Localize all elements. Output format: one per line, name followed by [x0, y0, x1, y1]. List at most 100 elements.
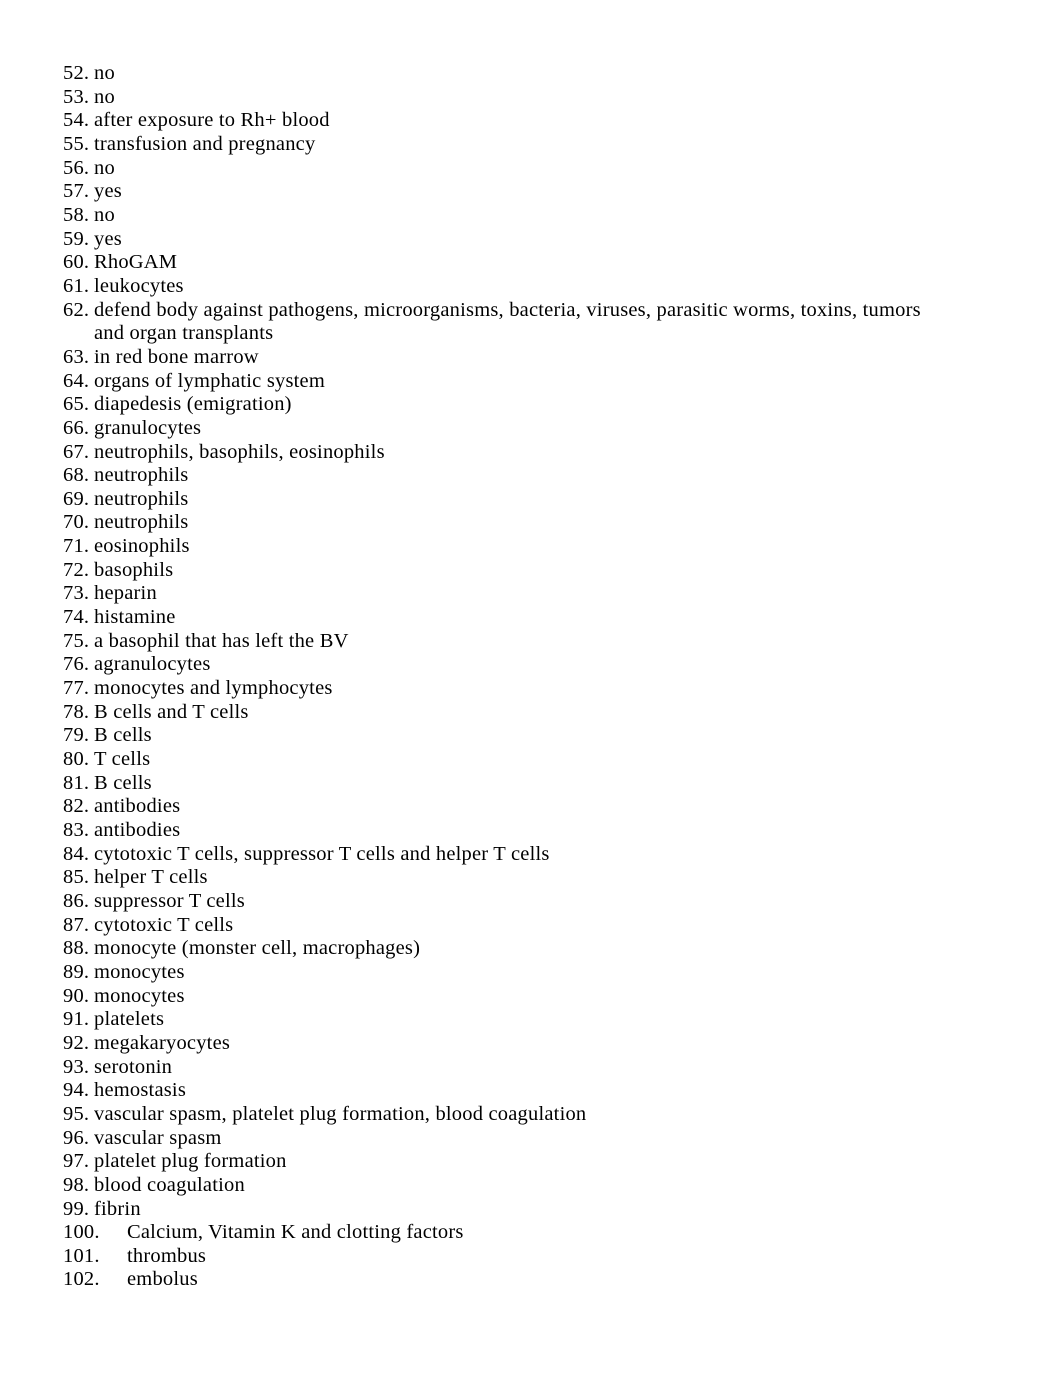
list-item-number: 77. — [63, 677, 90, 700]
list-item: 81. B cells — [63, 772, 1002, 796]
answer-list: 52. no 53. no 54. after exposure to Rh+ blood… — [63, 62, 1002, 1292]
list-item-text: transfusion and pregnancy — [94, 132, 316, 155]
list-item: 57. yes — [63, 180, 1002, 204]
list-item-text: vascular spasm — [94, 1126, 222, 1149]
list-item: 61. leukocytes — [63, 275, 1002, 299]
list-item-number: 62. — [63, 298, 90, 321]
list-item-text: a basophil that has left the BV — [94, 629, 349, 652]
list-item: 101. thrombus — [63, 1245, 1002, 1269]
list-item-text: neutrophils — [94, 487, 189, 510]
list-item-number: 57. — [63, 180, 90, 203]
list-item: 69. neutrophils — [63, 488, 1002, 512]
list-item-number: 61. — [63, 274, 90, 297]
list-item: 98. blood coagulation — [63, 1174, 1002, 1198]
list-item-text: blood coagulation — [94, 1173, 245, 1196]
list-item-number: 71. — [63, 535, 90, 558]
list-item: 64. organs of lymphatic system — [63, 370, 1002, 394]
list-item: 62. defend body against pathogens, microo… — [63, 299, 1002, 346]
list-item-text: T cells — [94, 748, 151, 771]
list-item-number: 65. — [63, 393, 90, 416]
list-item-text: B cells — [94, 724, 152, 747]
list-item-number: 72. — [63, 558, 90, 581]
list-item: 63. in red bone marrow — [63, 346, 1002, 370]
list-item-text: B cells and T cells — [94, 700, 249, 723]
list-item: 102. embolus — [63, 1268, 1002, 1292]
list-item: 95. vascular spasm, platelet plug formati… — [63, 1103, 1002, 1127]
list-item-number: 100. — [63, 1221, 100, 1244]
list-item-text: after exposure to Rh+ blood — [94, 109, 330, 132]
list-item-number: 83. — [63, 819, 90, 841]
list-item-text: diapedesis (emigration) — [94, 393, 292, 416]
list-item: 74. histamine — [63, 606, 1002, 630]
list-item-number: 79. — [63, 724, 90, 747]
list-item-number: 84. — [63, 842, 90, 865]
list-item-text: no — [94, 62, 115, 84]
list-item-number: 73. — [63, 582, 90, 605]
list-item-number: 90. — [63, 984, 90, 1007]
list-item-text: Calcium, Vitamin K and clotting factors — [127, 1221, 464, 1244]
list-item-text: no — [94, 156, 115, 179]
list-item-number: 70. — [63, 511, 90, 534]
list-item-number: 59. — [63, 227, 90, 250]
list-item-text: vascular spasm, platelet plug formation,… — [94, 1102, 587, 1125]
list-item: 86. suppressor T cells — [63, 890, 1002, 914]
list-item: 54. after exposure to Rh+ blood — [63, 109, 1002, 133]
list-item-number: 93. — [63, 1055, 90, 1078]
list-item-text: cytotoxic T cells — [94, 913, 234, 936]
list-item: 75. a basophil that has left the BV — [63, 630, 1002, 654]
list-item: 89. monocytes — [63, 961, 1002, 985]
list-item: 88. monocyte (monster cell, macrophages) — [63, 937, 1002, 961]
list-item-number: 56. — [63, 156, 90, 179]
list-item-number: 98. — [63, 1173, 90, 1196]
list-item-text: neutrophils — [94, 464, 189, 487]
list-item-number: 67. — [63, 440, 90, 463]
list-item-text: organs of lymphatic system — [94, 369, 325, 392]
list-item-number: 81. — [63, 771, 90, 794]
list-item-text: thrombus — [127, 1244, 207, 1267]
list-item-number: 64. — [63, 369, 90, 392]
list-item: 87. cytotoxic T cells — [63, 914, 1002, 938]
list-item-number: 54. — [63, 109, 90, 132]
list-item: 78. B cells and T cells — [63, 701, 1002, 725]
list-item-text: embolus — [127, 1268, 198, 1291]
list-item-number: 91. — [63, 1008, 90, 1031]
list-item-text: heparin — [94, 582, 157, 605]
list-item-text: in red bone marrow — [94, 345, 259, 368]
list-item-text: platelet plug formation — [94, 1150, 287, 1173]
list-item: 68. neutrophils — [63, 464, 1002, 488]
list-item-number: 55. — [63, 132, 90, 155]
list-item-text: monocytes — [94, 960, 185, 983]
list-item-number: 66. — [63, 416, 90, 439]
list-item-text: cytotoxic T cells, suppressor T cells an… — [94, 842, 550, 865]
list-item-text: eosinophils — [94, 535, 190, 558]
list-item: 90. monocytes — [63, 985, 1002, 1009]
list-item-text: leukocytes — [94, 274, 184, 297]
list-item: 71. eosinophils — [63, 535, 1002, 559]
list-item: 93. serotonin — [63, 1056, 1002, 1080]
list-item: 83. antibodies — [63, 819, 1002, 843]
list-item: 80. T cells — [63, 748, 1002, 772]
list-item: 76. agranulocytes — [63, 653, 1002, 677]
list-item-text: agranulocytes — [94, 653, 211, 676]
list-item-number: 85. — [63, 866, 90, 889]
list-item: 60. RhoGAM — [63, 251, 1002, 275]
list-item-number: 80. — [63, 748, 90, 771]
list-item-number: 101. — [63, 1244, 100, 1267]
list-item-number: 102. — [63, 1268, 100, 1291]
list-item-text: helper T cells — [94, 866, 208, 889]
list-item-number: 69. — [63, 487, 90, 510]
list-item: 96. vascular spasm — [63, 1127, 1002, 1151]
list-item-text: monocytes and lymphocytes — [94, 677, 333, 700]
list-item: 91. platelets — [63, 1008, 1002, 1032]
list-item-text: histamine — [94, 606, 176, 629]
list-item-number: 68. — [63, 464, 90, 487]
list-item-text: megakaryocytes — [94, 1031, 231, 1054]
list-item-number: 96. — [63, 1126, 90, 1149]
list-item-number: 74. — [63, 606, 90, 629]
list-item-text: serotonin — [94, 1055, 173, 1078]
list-item: 70. neutrophils — [63, 511, 1002, 535]
list-item-text: basophils — [94, 558, 174, 581]
list-item-text: antibodies — [94, 795, 181, 818]
list-item-number: 60. — [63, 251, 90, 274]
list-item-number: 52. — [63, 62, 90, 84]
